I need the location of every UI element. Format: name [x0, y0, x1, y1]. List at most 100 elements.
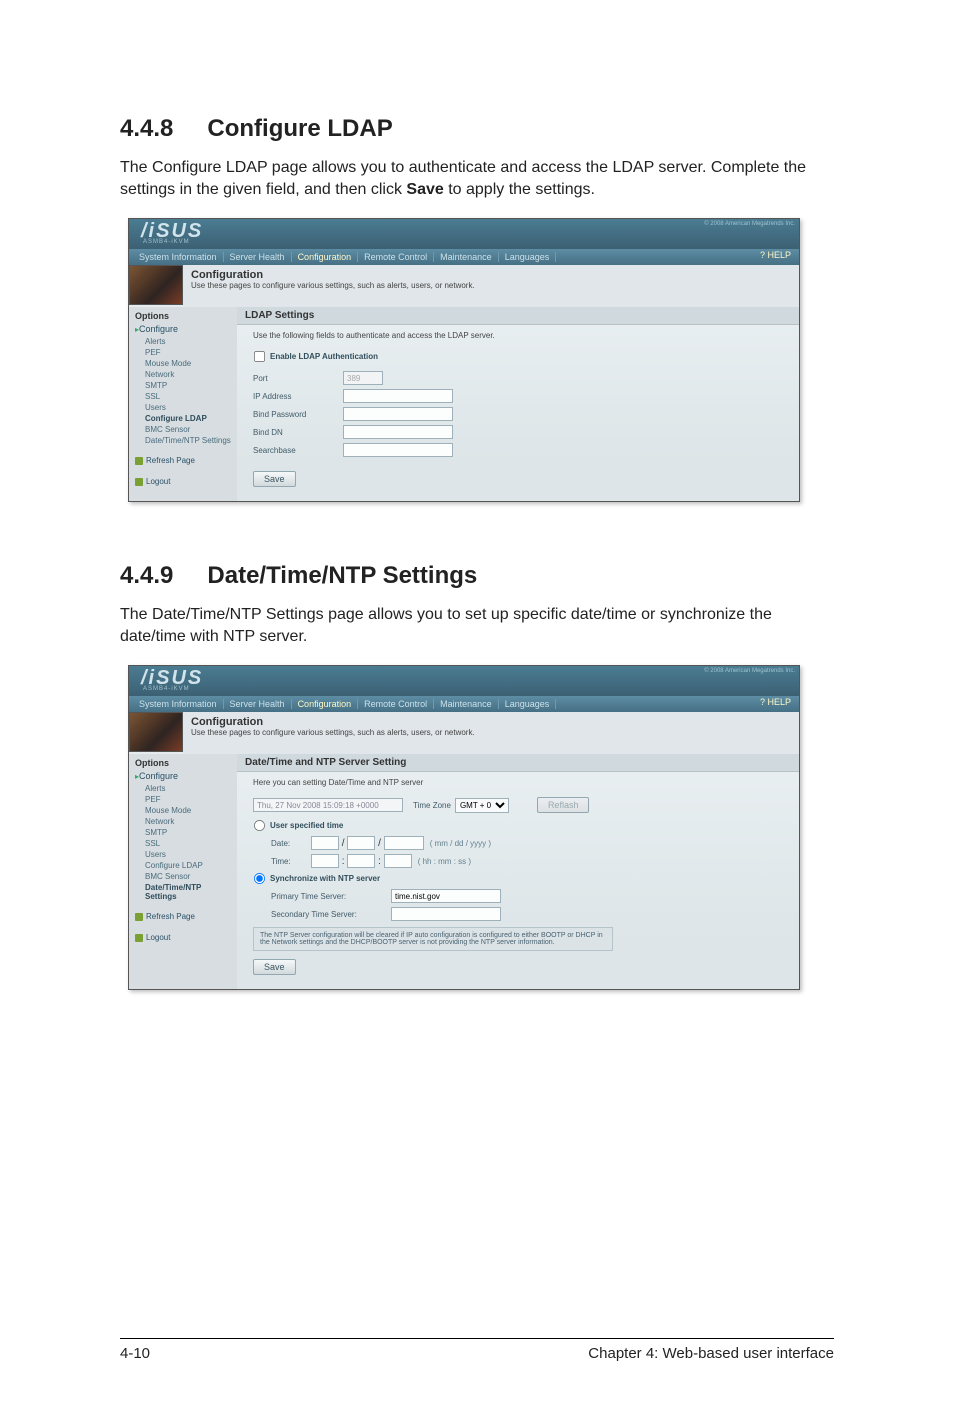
- ip-address-input[interactable]: [343, 389, 453, 403]
- menu-configuration[interactable]: Configuration: [292, 252, 359, 262]
- menu-languages[interactable]: Languages: [499, 699, 557, 709]
- primary-time-server-input[interactable]: [391, 889, 501, 903]
- ip-address-label: IP Address: [253, 392, 343, 401]
- screenshot-ldap: /iSUS ASMB4-iKVM © 2008 American Megatre…: [128, 218, 800, 502]
- time-hint: ( hh : mm : ss ): [418, 857, 471, 866]
- menu-configuration[interactable]: Configuration: [292, 699, 359, 709]
- section-title-text: Configure LDAP: [207, 115, 392, 142]
- sidebar-options-label: Options: [135, 311, 237, 321]
- sidebar-item-network[interactable]: Network: [135, 369, 237, 380]
- sidebar-refresh-page[interactable]: Refresh Page: [135, 454, 237, 467]
- sidebar-item-datetime-ntp[interactable]: Date/Time/NTP Settings: [135, 882, 237, 902]
- page-heading-block: Configuration Use these pages to configu…: [183, 265, 799, 307]
- menu-maintenance[interactable]: Maintenance: [434, 699, 499, 709]
- date-yyyy-input[interactable]: [384, 836, 424, 850]
- current-datetime-display: [253, 798, 403, 812]
- main-panel: LDAP Settings Use the following fields t…: [237, 307, 799, 501]
- sidebar-item-alerts[interactable]: Alerts: [135, 783, 237, 794]
- help-link[interactable]: ? HELP: [760, 250, 791, 260]
- date-hint: ( mm / dd / yyyy ): [430, 839, 491, 848]
- sidebar-item-network[interactable]: Network: [135, 816, 237, 827]
- menu-remote-control[interactable]: Remote Control: [358, 252, 434, 262]
- user-specified-time-radio[interactable]: [254, 820, 265, 831]
- bind-password-input[interactable]: [343, 407, 453, 421]
- main-menu-bar: System Information Server Health Configu…: [129, 249, 799, 265]
- date-mm-input[interactable]: [311, 836, 339, 850]
- panel-description: Here you can setting Date/Time and NTP s…: [253, 778, 783, 787]
- main-panel: Date/Time and NTP Server Setting Here yo…: [237, 754, 799, 989]
- sidebar-item-mouse-mode[interactable]: Mouse Mode: [135, 805, 237, 816]
- sidebar-item-smtp[interactable]: SMTP: [135, 380, 237, 391]
- time-mm-input[interactable]: [347, 854, 375, 868]
- section-number: 4.4.8: [120, 115, 173, 143]
- date-label: Date:: [271, 839, 311, 848]
- sidebar-group-configure[interactable]: Configure: [135, 771, 237, 781]
- app-header: /iSUS ASMB4-iKVM © 2008 American Megatre…: [129, 666, 799, 696]
- screenshot-datetime-ntp: /iSUS ASMB4-iKVM © 2008 American Megatre…: [128, 665, 800, 990]
- sidebar-item-mouse-mode[interactable]: Mouse Mode: [135, 358, 237, 369]
- time-label: Time:: [271, 857, 311, 866]
- sync-ntp-radio[interactable]: [254, 873, 265, 884]
- brand-sub: ASMB4-iKVM: [143, 686, 190, 692]
- page-heading-block: Configuration Use these pages to configu…: [183, 712, 799, 754]
- sidebar-logout[interactable]: Logout: [135, 475, 237, 488]
- menu-languages[interactable]: Languages: [499, 252, 557, 262]
- sidebar-refresh-page[interactable]: Refresh Page: [135, 910, 237, 923]
- sidebar-item-pef[interactable]: PEF: [135, 347, 237, 358]
- sidebar-item-bmc-sensor[interactable]: BMC Sensor: [135, 871, 237, 882]
- time-ss-input[interactable]: [384, 854, 412, 868]
- save-button[interactable]: Save: [253, 471, 296, 487]
- date-dd-input[interactable]: [347, 836, 375, 850]
- bind-password-label: Bind Password: [253, 410, 343, 419]
- sidebar-logout[interactable]: Logout: [135, 931, 237, 944]
- save-button[interactable]: Save: [253, 959, 296, 975]
- timezone-select[interactable]: GMT + 0: [455, 798, 509, 813]
- timezone-label: Time Zone: [413, 801, 451, 810]
- menu-system-information[interactable]: System Information: [133, 252, 224, 262]
- help-link[interactable]: ? HELP: [760, 697, 791, 707]
- bind-dn-label: Bind DN: [253, 428, 343, 437]
- chapter-label: Chapter 4: Web-based user interface: [588, 1345, 834, 1362]
- section-448-intro: The Configure LDAP page allows you to au…: [120, 157, 834, 200]
- secondary-time-server-input[interactable]: [391, 907, 501, 921]
- page-number: 4-10: [120, 1345, 150, 1362]
- sidebar-item-pef[interactable]: PEF: [135, 794, 237, 805]
- primary-time-server-label: Primary Time Server:: [271, 892, 391, 901]
- menu-server-health[interactable]: Server Health: [224, 252, 292, 262]
- menu-server-health[interactable]: Server Health: [224, 699, 292, 709]
- page-heading: Configuration: [191, 716, 791, 728]
- app-header: /iSUS ASMB4-iKVM © 2008 American Megatre…: [129, 219, 799, 249]
- panel-title: Date/Time and NTP Server Setting: [237, 754, 799, 772]
- section-heading-449: 4.4.9 Date/Time/NTP Settings: [120, 562, 834, 590]
- menu-remote-control[interactable]: Remote Control: [358, 699, 434, 709]
- time-hh-input[interactable]: [311, 854, 339, 868]
- section-heading-448: 4.4.8 Configure LDAP: [120, 115, 834, 143]
- sidebar-item-ssl[interactable]: SSL: [135, 838, 237, 849]
- sidebar-item-ssl[interactable]: SSL: [135, 391, 237, 402]
- bind-dn-input[interactable]: [343, 425, 453, 439]
- reflash-button[interactable]: Reflash: [537, 797, 590, 813]
- sidebar-item-datetime-ntp[interactable]: Date/Time/NTP Settings: [135, 435, 237, 446]
- port-label: Port: [253, 374, 343, 383]
- menu-maintenance[interactable]: Maintenance: [434, 252, 499, 262]
- section-number: 4.4.9: [120, 562, 173, 590]
- sidebar-group-configure[interactable]: Configure: [135, 324, 237, 334]
- sidebar-item-alerts[interactable]: Alerts: [135, 336, 237, 347]
- sidebar-item-bmc-sensor[interactable]: BMC Sensor: [135, 424, 237, 435]
- page-footer: 4-10 Chapter 4: Web-based user interface: [120, 1338, 834, 1362]
- sidebar-item-configure-ldap[interactable]: Configure LDAP: [135, 860, 237, 871]
- menu-system-information[interactable]: System Information: [133, 699, 224, 709]
- sidebar-item-configure-ldap[interactable]: Configure LDAP: [135, 413, 237, 424]
- sidebar-options-label: Options: [135, 758, 237, 768]
- sidebar: Options Configure Alerts PEF Mouse Mode …: [129, 307, 237, 501]
- copyright-text: © 2008 American Megatrends Inc.: [704, 221, 795, 227]
- sidebar-item-users[interactable]: Users: [135, 849, 237, 860]
- panel-description: Use the following fields to authenticate…: [253, 331, 783, 340]
- sidebar-item-smtp[interactable]: SMTP: [135, 827, 237, 838]
- port-input[interactable]: [343, 371, 383, 385]
- sync-ntp-label: Synchronize with NTP server: [270, 874, 380, 883]
- section-title-text: Date/Time/NTP Settings: [207, 562, 477, 589]
- enable-ldap-checkbox[interactable]: [254, 351, 265, 362]
- sidebar-item-users[interactable]: Users: [135, 402, 237, 413]
- searchbase-input[interactable]: [343, 443, 453, 457]
